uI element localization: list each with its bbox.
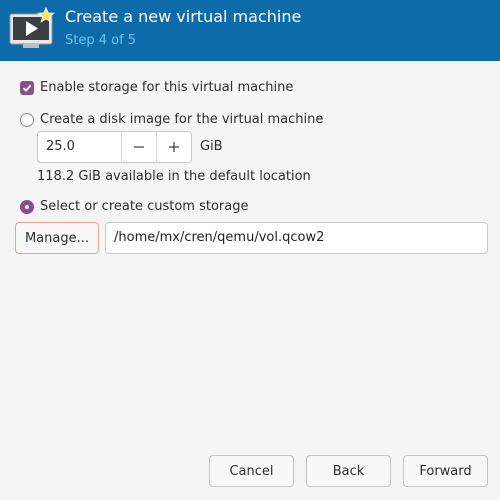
custom-storage-label: Select or create custom storage (40, 199, 249, 214)
minus-icon (134, 146, 144, 148)
back-button[interactable]: Back (306, 455, 391, 487)
disk-image-label: Create a disk image for the virtual mach… (40, 112, 324, 127)
decrement-button[interactable] (121, 132, 156, 162)
manage-button[interactable]: Manage... (15, 222, 99, 254)
disk-size-input[interactable]: 25.0 (38, 132, 121, 162)
disk-image-option[interactable]: Create a disk image for the virtual mach… (20, 112, 323, 127)
virtual-machine-icon (9, 6, 55, 48)
checkmark-icon (22, 84, 32, 92)
disk-image-radio[interactable] (20, 112, 34, 127)
forward-button[interactable]: Forward (403, 455, 488, 487)
wizard-step-indicator: Step 4 of 5 (65, 33, 137, 48)
available-space-text: 118.2 GiB available in the default locat… (37, 169, 311, 184)
enable-storage-row[interactable]: Enable storage for this virtual machine (20, 80, 293, 95)
wizard-header: Create a new virtual machine Step 4 of 5 (0, 0, 500, 61)
plus-icon (169, 142, 179, 152)
wizard-title: Create a new virtual machine (65, 7, 302, 26)
increment-button[interactable] (156, 132, 191, 162)
enable-storage-label: Enable storage for this virtual machine (40, 80, 294, 95)
size-unit-label: GiB (200, 139, 223, 154)
enable-storage-checkbox[interactable] (20, 80, 34, 95)
storage-path-input[interactable]: /home/mx/cren/qemu/vol.qcow2 (105, 222, 488, 254)
disk-size-spinbutton[interactable]: 25.0 (37, 131, 192, 163)
custom-storage-option[interactable]: Select or create custom storage (20, 199, 248, 214)
custom-storage-radio[interactable] (20, 199, 34, 214)
cancel-button[interactable]: Cancel (209, 455, 294, 487)
